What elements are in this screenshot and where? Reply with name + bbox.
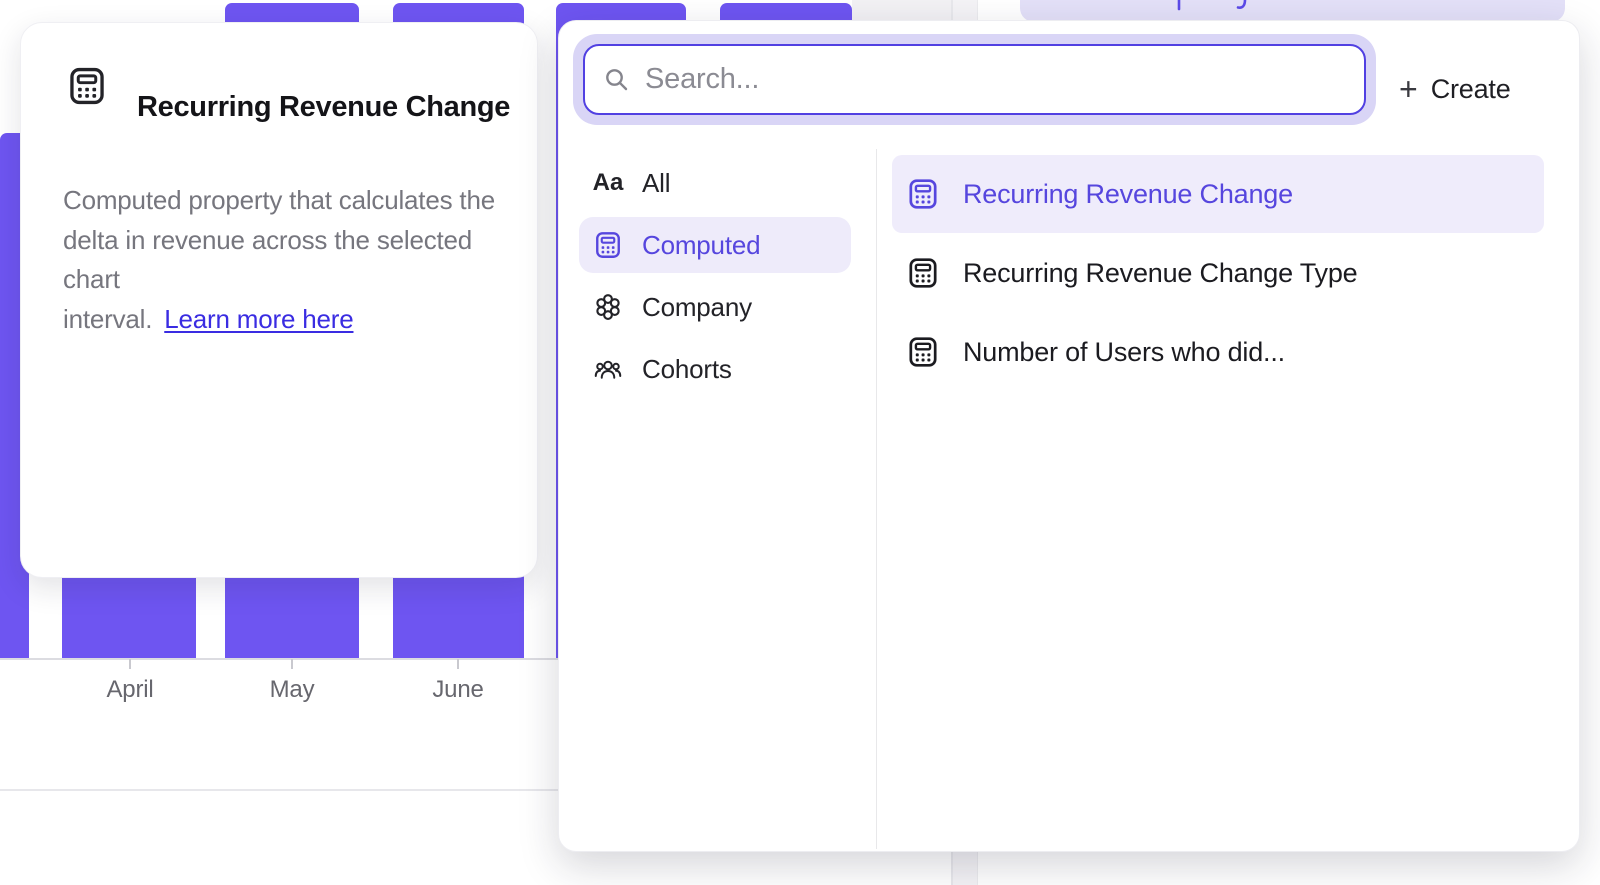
axis-tick [291, 659, 293, 669]
clipped-letter-descender-icon [1236, 0, 1248, 11]
learn-more-link[interactable]: Learn more here [164, 304, 353, 334]
axis-tick-label: June [432, 676, 483, 704]
cohorts-icon [593, 354, 623, 384]
filter-label: Computed [642, 230, 760, 261]
clipped-letter-descender-icon [1176, 0, 1188, 11]
result-label: Number of Users who did... [963, 337, 1285, 368]
company-icon [593, 292, 623, 322]
filter-item-computed[interactable]: Computed [579, 217, 851, 273]
calculator-icon [66, 65, 108, 107]
calculator-icon [906, 177, 940, 211]
result-label: Recurring Revenue Change Type [963, 258, 1357, 289]
results-divider [876, 149, 877, 849]
axis-tick [457, 659, 459, 669]
filter-label: Company [642, 292, 752, 323]
axis-tick [129, 659, 131, 669]
tooltip-line-3: interval. [63, 304, 152, 334]
screen: April May June Recurring Revenue Change Co… [0, 0, 1600, 885]
property-tooltip-card: Recurring Revenue Change Computed proper… [20, 22, 538, 578]
property-picker-panel: + Create Aa All Computed Company [558, 20, 1580, 852]
filter-item-cohorts[interactable]: Cohorts [579, 341, 851, 397]
clipped-property-pill [1020, 0, 1565, 22]
top-gray-strip [852, 0, 951, 20]
calculator-icon [593, 230, 623, 260]
text-format-icon: Aa [593, 168, 623, 198]
search-field[interactable] [583, 44, 1366, 115]
result-item-recurring-revenue-change-type[interactable]: Recurring Revenue Change Type [892, 234, 1544, 312]
plus-icon: + [1399, 73, 1418, 105]
result-item-number-of-users[interactable]: Number of Users who did... [892, 313, 1544, 391]
search-focus-halo [573, 34, 1376, 125]
tooltip-title: Recurring Revenue Change [137, 91, 510, 124]
calculator-icon [906, 256, 940, 290]
search-icon [603, 66, 630, 93]
tooltip-line-1: Computed property that calculates the [63, 185, 495, 215]
result-label: Recurring Revenue Change [963, 179, 1293, 210]
axis-tick-label: May [270, 676, 315, 704]
create-button[interactable]: + Create [1399, 61, 1511, 117]
tooltip-line-2: delta in revenue across the selected cha… [63, 225, 472, 295]
search-input[interactable] [645, 63, 1346, 96]
create-button-label: Create [1431, 74, 1511, 105]
filter-label: All [642, 168, 670, 199]
filter-item-company[interactable]: Company [579, 279, 851, 335]
filter-label: Cohorts [642, 354, 732, 385]
tooltip-description: Computed property that calculates the de… [63, 181, 533, 339]
result-item-recurring-revenue-change[interactable]: Recurring Revenue Change [892, 155, 1544, 233]
axis-tick-label: April [106, 676, 153, 704]
filter-item-all[interactable]: Aa All [579, 155, 851, 211]
calculator-icon [906, 335, 940, 369]
